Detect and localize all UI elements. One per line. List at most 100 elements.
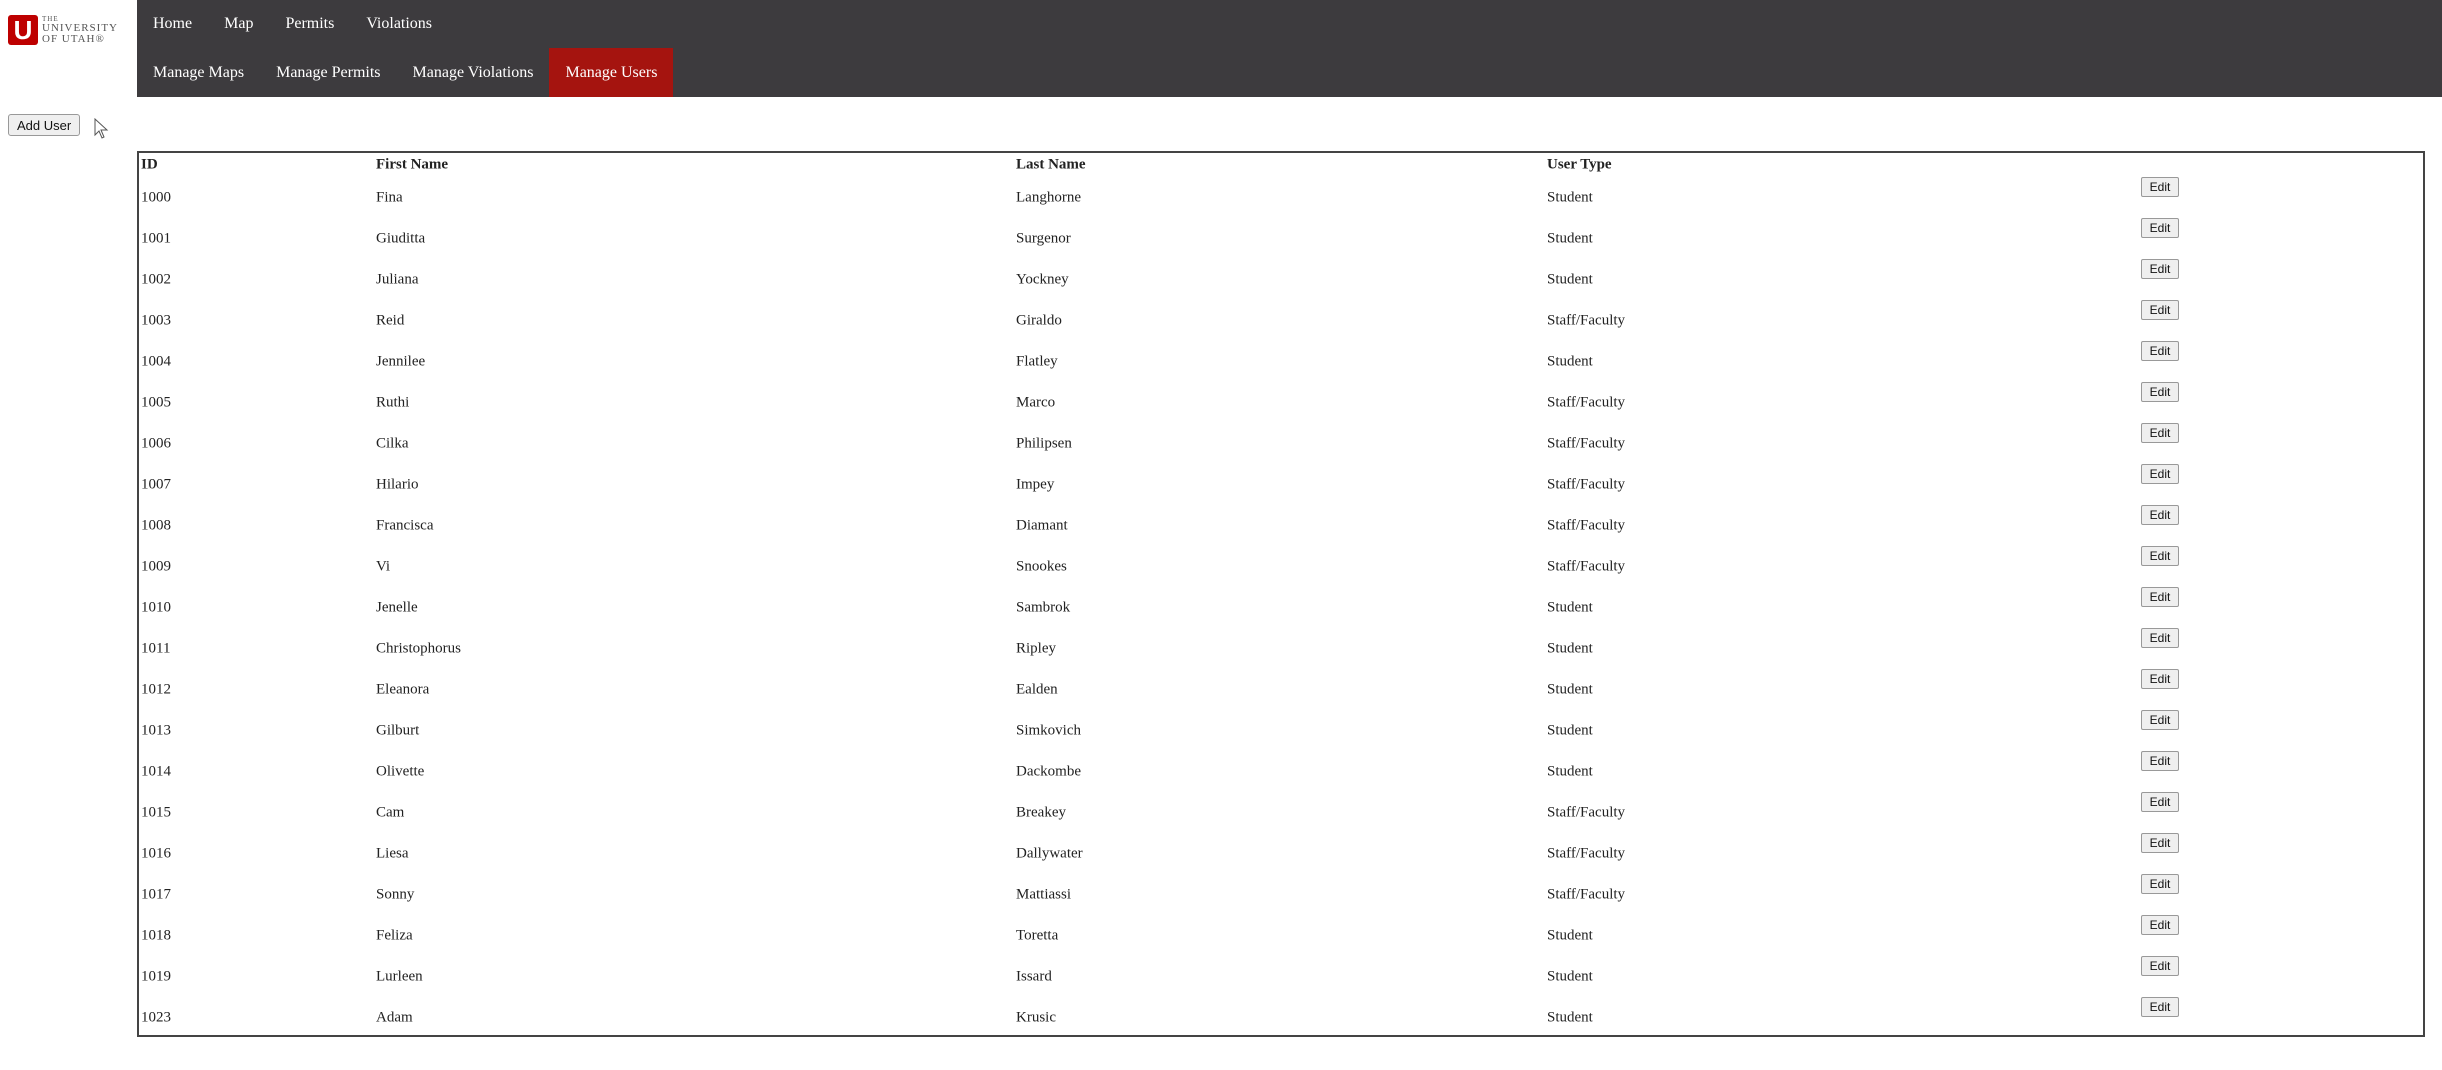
- edit-button[interactable]: Edit: [2141, 505, 2179, 525]
- cell-first-name: Olivette: [376, 763, 425, 779]
- edit-button[interactable]: Edit: [2141, 751, 2179, 771]
- nav-home[interactable]: Home: [137, 0, 208, 48]
- edit-button[interactable]: Edit: [2141, 669, 2179, 689]
- table-row: 1009 Vi Snookes Staff/Faculty Edit: [139, 546, 2423, 587]
- table-row: 1004 Jennilee Flatley Student Edit: [139, 341, 2423, 382]
- users-table: ID First Name Last Name User Type 1000 Fi…: [137, 151, 2425, 1037]
- cell-id: 1001: [141, 230, 171, 246]
- cell-user-type: Staff/Faculty: [1547, 312, 1626, 328]
- cell-last-name: Philipsen: [1016, 435, 1072, 451]
- nav-manage-violations[interactable]: Manage Violations: [397, 48, 550, 97]
- header-id: ID: [141, 156, 158, 173]
- cell-user-type: Staff/Faculty: [1547, 804, 1626, 820]
- cell-last-name: Ealden: [1016, 681, 1058, 697]
- logo-text: THE UNIVERSITY OF UTAH®: [42, 15, 118, 45]
- edit-button[interactable]: Edit: [2141, 341, 2179, 361]
- nav-manage-maps[interactable]: Manage Maps: [137, 48, 260, 97]
- table-row: 1018 Feliza Toretta Student Edit: [139, 915, 2423, 956]
- cell-first-name: Feliza: [376, 927, 413, 943]
- cell-id: 1008: [141, 517, 171, 533]
- cell-user-type: Student: [1547, 927, 1593, 943]
- cell-id: 1010: [141, 599, 171, 615]
- university-logo[interactable]: U THE UNIVERSITY OF UTAH®: [0, 0, 144, 60]
- cell-first-name: Eleanora: [376, 681, 430, 697]
- cell-user-type: Staff/Faculty: [1547, 558, 1626, 574]
- cell-first-name: Adam: [376, 1009, 413, 1025]
- cell-first-name: Jenelle: [376, 599, 418, 615]
- cell-last-name: Breakey: [1016, 804, 1066, 820]
- edit-button[interactable]: Edit: [2141, 628, 2179, 648]
- cell-last-name: Snookes: [1016, 558, 1067, 574]
- table-row: 1000 Fina Langhorne Student Edit: [139, 177, 2423, 218]
- cell-last-name: Yockney: [1016, 271, 1069, 287]
- cell-last-name: Impey: [1016, 476, 1055, 492]
- cell-user-type: Staff/Faculty: [1547, 886, 1626, 902]
- cell-first-name: Juliana: [376, 271, 419, 287]
- edit-button[interactable]: Edit: [2141, 915, 2179, 935]
- cell-id: 1000: [141, 189, 171, 205]
- nav-manage-permits[interactable]: Manage Permits: [260, 48, 396, 97]
- cell-first-name: Fina: [376, 189, 403, 205]
- nav-permits[interactable]: Permits: [269, 0, 350, 48]
- cell-user-type: Student: [1547, 353, 1593, 369]
- table-row: 1006 Cilka Philipsen Staff/Faculty Edit: [139, 423, 2423, 464]
- main-navbar: Home Map Permits Violations Manage Maps …: [137, 0, 2442, 97]
- edit-button[interactable]: Edit: [2141, 587, 2179, 607]
- cell-first-name: Hilario: [376, 476, 419, 492]
- cell-user-type: Staff/Faculty: [1547, 517, 1626, 533]
- cell-last-name: Flatley: [1016, 353, 1058, 369]
- edit-button[interactable]: Edit: [2141, 382, 2179, 402]
- logo-line-3: OF UTAH®: [42, 33, 105, 45]
- table-row: 1011 Christophorus Ripley Student Edit: [139, 628, 2423, 669]
- cell-user-type: Student: [1547, 271, 1593, 287]
- table-row: 1003 Reid Giraldo Staff/Faculty Edit: [139, 300, 2423, 341]
- cell-user-type: Student: [1547, 968, 1593, 984]
- cell-id: 1017: [141, 886, 171, 902]
- cell-last-name: Dackombe: [1016, 763, 1081, 779]
- cell-user-type: Staff/Faculty: [1547, 845, 1626, 861]
- edit-button[interactable]: Edit: [2141, 546, 2179, 566]
- nav-manage-users[interactable]: Manage Users: [549, 48, 674, 97]
- cell-id: 1013: [141, 722, 171, 738]
- cell-first-name: Liesa: [376, 845, 409, 861]
- cell-first-name: Francisca: [376, 517, 434, 533]
- edit-button[interactable]: Edit: [2141, 177, 2179, 197]
- table-row: 1016 Liesa Dallywater Staff/Faculty Edit: [139, 833, 2423, 874]
- edit-button[interactable]: Edit: [2141, 710, 2179, 730]
- edit-button[interactable]: Edit: [2141, 874, 2179, 894]
- table-row: 1008 Francisca Diamant Staff/Faculty Edit: [139, 505, 2423, 546]
- edit-button[interactable]: Edit: [2141, 997, 2179, 1017]
- cell-first-name: Cilka: [376, 435, 409, 451]
- edit-button[interactable]: Edit: [2141, 956, 2179, 976]
- edit-button[interactable]: Edit: [2141, 259, 2179, 279]
- logo-mark: U: [8, 15, 38, 45]
- cell-id: 1018: [141, 927, 171, 943]
- table-row: 1015 Cam Breakey Staff/Faculty Edit: [139, 792, 2423, 833]
- mouse-pointer-icon: [94, 118, 109, 139]
- edit-button[interactable]: Edit: [2141, 300, 2179, 320]
- cell-user-type: Student: [1547, 763, 1593, 779]
- cell-last-name: Marco: [1016, 394, 1056, 410]
- cell-user-type: Student: [1547, 722, 1593, 738]
- cell-last-name: Simkovich: [1016, 722, 1082, 738]
- edit-button[interactable]: Edit: [2141, 218, 2179, 238]
- nav-map[interactable]: Map: [208, 0, 269, 48]
- edit-button[interactable]: Edit: [2141, 833, 2179, 853]
- cell-user-type: Student: [1547, 681, 1593, 697]
- edit-button[interactable]: Edit: [2141, 464, 2179, 484]
- add-user-button[interactable]: Add User: [8, 114, 81, 136]
- cell-user-type: Student: [1547, 1009, 1593, 1025]
- edit-button[interactable]: Edit: [2141, 423, 2179, 443]
- edit-button[interactable]: Edit: [2141, 792, 2179, 812]
- cell-id: 1016: [141, 845, 171, 861]
- cell-user-type: Student: [1547, 230, 1593, 246]
- table-row: 1012 Eleanora Ealden Student Edit: [139, 669, 2423, 710]
- table-row: 1014 Olivette Dackombe Student Edit: [139, 751, 2423, 792]
- header-user-type: User Type: [1547, 156, 1612, 173]
- table-row: 1023 Adam Krusic Student Edit: [139, 997, 2423, 1038]
- cell-first-name: Christophorus: [376, 640, 462, 656]
- nav-violations[interactable]: Violations: [350, 0, 448, 48]
- cell-id: 1007: [141, 476, 171, 492]
- cell-id: 1019: [141, 968, 171, 984]
- cell-id: 1012: [141, 681, 171, 697]
